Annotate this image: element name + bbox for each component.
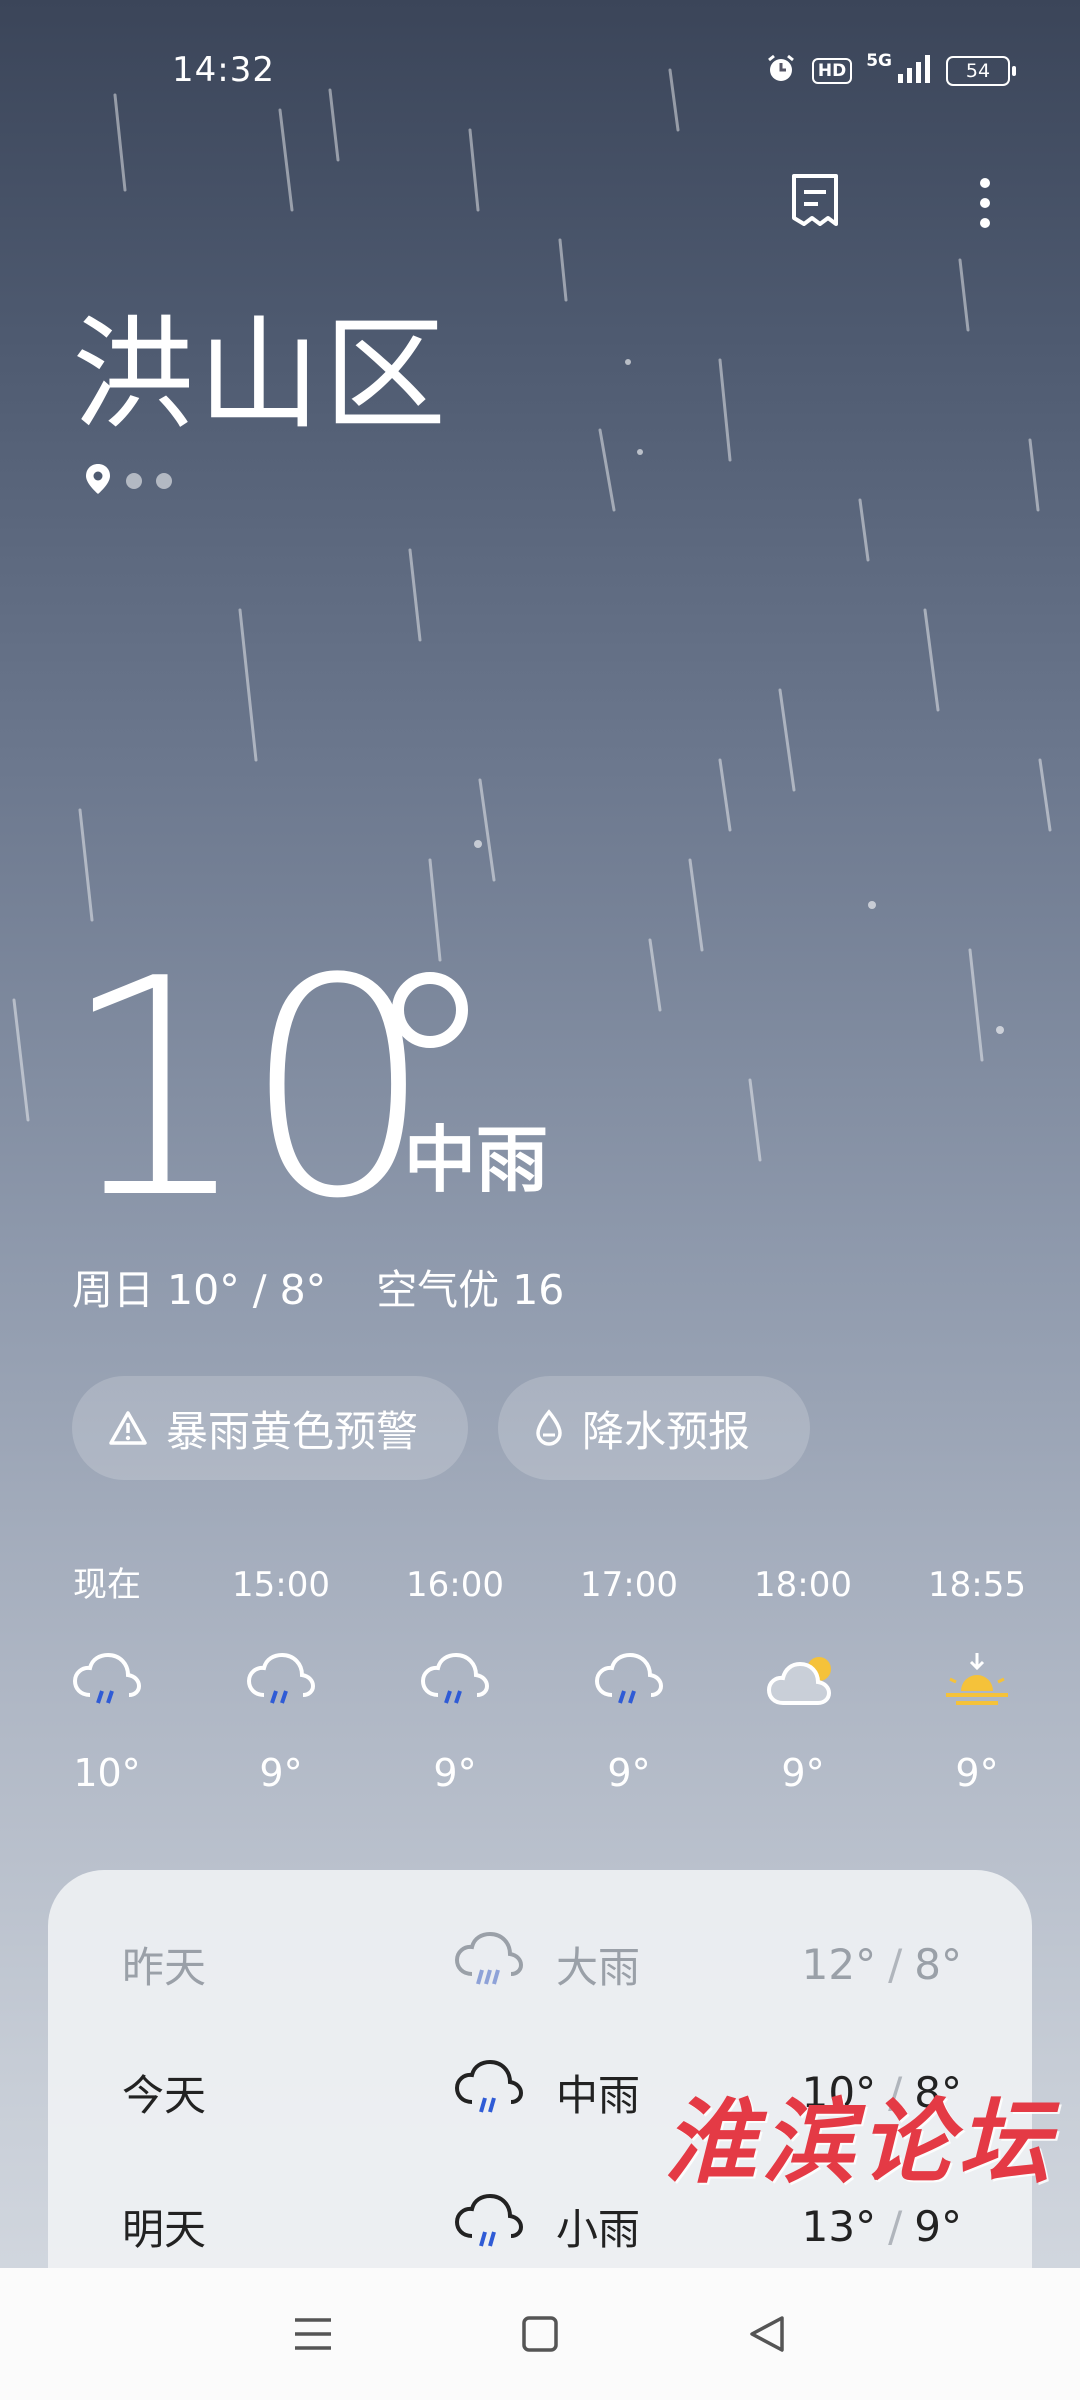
hour-time: 15:00 — [232, 1565, 330, 1605]
hour-temp: 9° — [607, 1751, 651, 1795]
status-icons: HD 5G 54 — [764, 51, 1016, 90]
rain-icon — [246, 1626, 316, 1736]
hour-time: 16:00 — [406, 1565, 504, 1605]
hd-icon: HD — [811, 58, 853, 84]
rain-icon — [454, 2059, 524, 2130]
alarm-icon — [764, 52, 798, 90]
more-icon[interactable] — [950, 168, 1020, 238]
hour-item: 现在 10° — [20, 1560, 194, 1798]
hour-temp: 10° — [73, 1751, 141, 1795]
sunset-icon — [942, 1626, 1012, 1736]
air-quality[interactable]: 空气优 16 — [376, 1262, 564, 1318]
page-dot — [156, 473, 172, 489]
page-dot — [126, 473, 142, 489]
network-label: 5G — [866, 51, 892, 71]
hour-item: 18:55 9° — [890, 1560, 1064, 1798]
hour-item: 17:00 9° — [542, 1560, 716, 1798]
hour-temp: 9° — [259, 1751, 303, 1795]
heavy-rain-icon — [454, 1931, 524, 2002]
hour-item: 15:00 9° — [194, 1560, 368, 1798]
location-icon — [84, 462, 112, 500]
day-condition: 中雨 — [556, 2070, 641, 2120]
day-label: 周日 — [72, 1266, 154, 1314]
droplet-icon — [534, 1409, 564, 1447]
day-name: 今天 — [122, 2070, 207, 2120]
warning-icon — [108, 1410, 148, 1446]
hour-time: 17:00 — [580, 1565, 678, 1605]
weather-alert-chip[interactable]: 暴雨黄色预警 — [72, 1376, 468, 1480]
status-bar: 14:32 HD 5G 54 — [0, 0, 1080, 140]
today-summary: 周日 10° / 8° 空气优 16 — [72, 1262, 564, 1318]
day-low: 9° — [914, 2201, 962, 2251]
rain-icon — [420, 1626, 490, 1736]
report-icon[interactable] — [780, 168, 850, 238]
day-range: 12° / 8° — [802, 1940, 962, 1989]
range-separator: / — [888, 2201, 903, 2251]
day-name: 明天 — [122, 2204, 207, 2254]
navigation-bar — [0, 2268, 1080, 2400]
today-range: 周日 10° / 8° — [72, 1262, 326, 1318]
day-condition: 大雨 — [556, 1942, 641, 1992]
status-time: 14:32 — [172, 50, 275, 90]
signal-icon — [896, 54, 932, 88]
current-condition: 中雨 — [404, 1118, 549, 1202]
degree-symbol — [392, 972, 468, 1048]
day-high: 13° — [801, 2201, 877, 2251]
rain-icon — [72, 1626, 142, 1736]
day-range: 13° / 9° — [802, 2202, 962, 2251]
page-indicator — [84, 462, 172, 500]
day-name: 昨天 — [122, 1942, 207, 1992]
home-icon[interactable] — [500, 2294, 580, 2374]
hour-item: 16:00 9° — [368, 1560, 542, 1798]
hourly-forecast[interactable]: 现在 10° 15:00 9° 16:00 9° 17:00 9° 18:00 … — [20, 1560, 1070, 1798]
hour-temp: 9° — [433, 1751, 477, 1795]
alert-label: 暴雨黄色预警 — [166, 1406, 419, 1456]
hour-time: 18:55 — [928, 1565, 1026, 1605]
day-high: 12° — [801, 1939, 877, 1989]
menu-icon[interactable] — [273, 2294, 353, 2374]
partly-cloudy-icon — [767, 1626, 839, 1736]
watermark: 淮滨论坛 — [664, 2088, 1057, 2196]
hour-temp: 9° — [955, 1751, 999, 1795]
city-name[interactable]: 洪山区 — [72, 300, 450, 450]
battery-icon: 54 — [946, 56, 1016, 86]
light-rain-icon — [454, 2193, 524, 2264]
hour-item: 18:00 9° — [716, 1560, 890, 1798]
back-icon[interactable] — [727, 2294, 807, 2374]
hour-time: 现在 — [73, 1565, 141, 1605]
rain-icon — [594, 1626, 664, 1736]
precipitation-chip[interactable]: 降水预报 — [498, 1376, 810, 1480]
day-low: 8° — [914, 1939, 962, 1989]
hour-time: 18:00 — [754, 1565, 852, 1605]
range-separator: / — [888, 1939, 903, 1989]
day-condition: 小雨 — [556, 2204, 641, 2254]
high-low: 10° / 8° — [167, 1266, 327, 1314]
top-actions — [780, 168, 1020, 238]
current-temperature: 10 — [60, 915, 434, 1264]
daily-row-yesterday[interactable]: 昨天 大雨 12° / 8° — [48, 1904, 1032, 2024]
hour-temp: 9° — [781, 1751, 825, 1795]
precip-label: 降水预报 — [582, 1406, 751, 1456]
